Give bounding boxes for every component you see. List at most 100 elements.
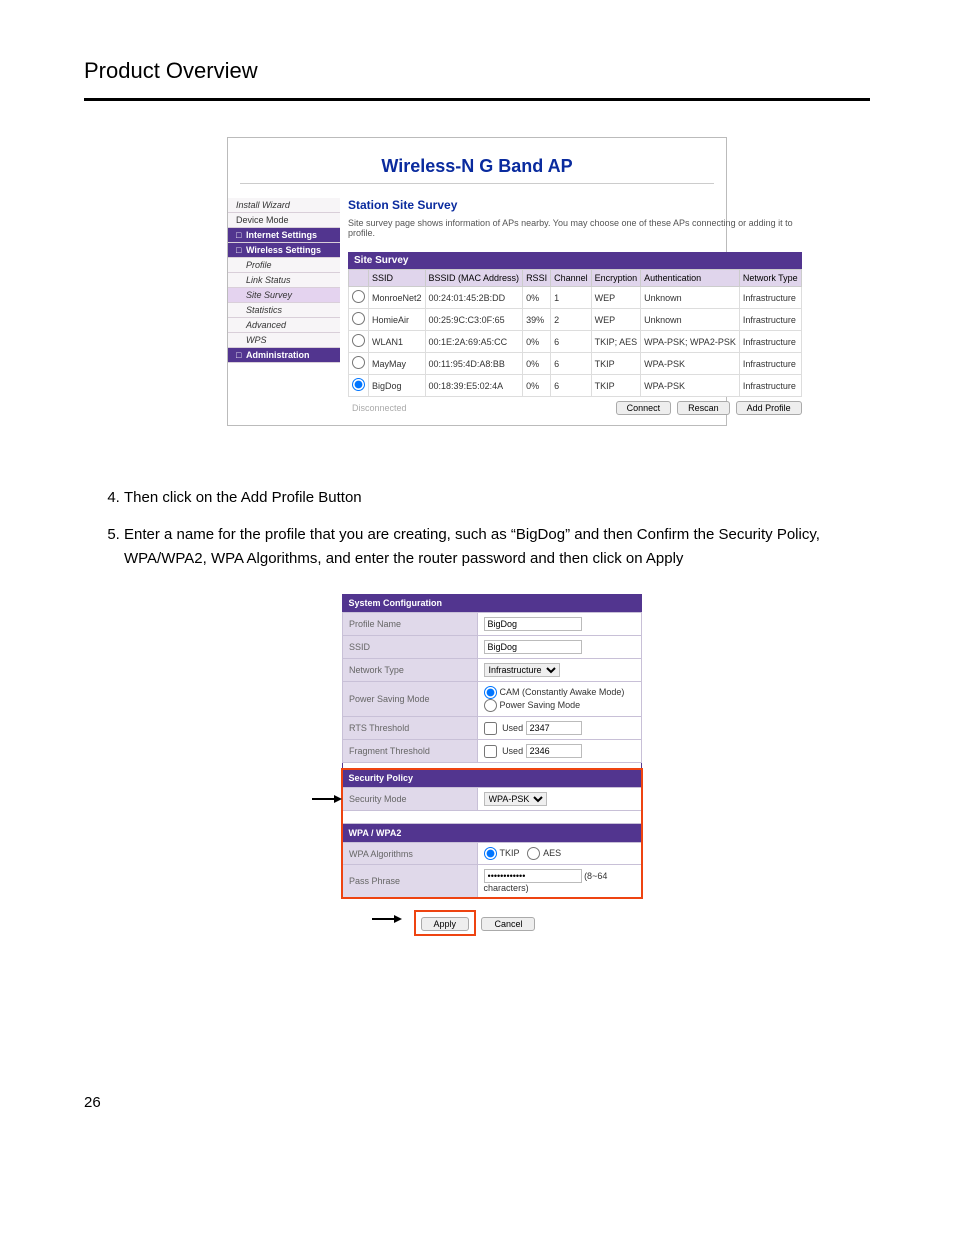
nav-item-wps[interactable]: WPS [228,333,340,348]
nav-item-label: Administration [246,350,310,360]
cam-radio[interactable] [484,686,497,699]
nav-item-label: Advanced [246,320,286,330]
table-row[interactable]: WLAN100:1E:2A:69:A5:CC0%6TKIP; AESWPA-PS… [349,331,802,353]
security-mode-label: Security Mode [343,788,478,811]
frag-used-checkbox[interactable] [484,745,497,758]
nav-item-administration[interactable]: □Administration [228,348,340,363]
nav-item-statistics[interactable]: Statistics [228,303,340,318]
psm-radio-label[interactable]: Power Saving Mode [484,700,581,710]
cell-ch: 6 [551,331,592,353]
connect-button[interactable]: Connect [616,401,672,415]
survey-column-header: Encryption [591,270,641,287]
nav-item-advanced[interactable]: Advanced [228,318,340,333]
survey-column-header: SSID [369,270,426,287]
cell-ntype: Infrastructure [739,287,801,309]
ap-select-radio[interactable] [352,312,365,325]
cell-ssid: HomieAir [369,309,426,331]
psm-radio[interactable] [484,699,497,712]
nav-item-label: Link Status [246,275,291,285]
rts-threshold-input[interactable] [526,721,582,735]
nav-item-device-mode[interactable]: Device Mode [228,213,340,228]
nav-item-wireless-settings[interactable]: □Wireless Settings [228,243,340,258]
page-title: Product Overview [84,58,870,84]
aes-radio-label[interactable]: AES [527,848,561,858]
cam-radio-label[interactable]: CAM (Constantly Awake Mode) [484,687,625,697]
ssid-input[interactable] [484,640,582,654]
cell-rssi: 0% [523,375,551,397]
apply-button[interactable]: Apply [421,917,470,931]
tree-expand-icon: □ [236,245,244,255]
cell-auth: WPA-PSK; WPA2-PSK [641,331,740,353]
cell-ntype: Infrastructure [739,309,801,331]
rts-used-checkbox[interactable] [484,722,497,735]
cell-ntype: Infrastructure [739,375,801,397]
network-type-select[interactable]: Infrastructure [484,663,560,677]
ssid-label: SSID [343,635,478,658]
profile-name-input[interactable] [484,617,582,631]
table-row[interactable]: MonroeNet200:24:01:45:2B:DD0%1WEPUnknown… [349,287,802,309]
nav-item-profile[interactable]: Profile [228,258,340,273]
site-survey-table: SSIDBSSID (MAC Address)RSSIChannelEncryp… [348,269,802,397]
survey-column-header: RSSI [523,270,551,287]
rts-threshold-label: RTS Threshold [343,716,478,739]
cell-enc: WEP [591,287,641,309]
ap-select-radio[interactable] [352,334,365,347]
power-saving-mode-label: Power Saving Mode [343,681,478,716]
cell-rssi: 0% [523,353,551,375]
survey-column-header [349,270,369,287]
cell-ch: 6 [551,353,592,375]
pass-phrase-label: Pass Phrase [343,865,478,898]
cell-ssid: BigDog [369,375,426,397]
nav-item-label: Install Wizard [236,200,290,210]
network-type-label: Network Type [343,658,478,681]
tkip-radio[interactable] [484,847,497,860]
arrow-indicator-icon [312,792,342,806]
cell-ntype: Infrastructure [739,331,801,353]
system-configuration-header: System Configuration [343,594,642,613]
cell-bssid: 00:1E:2A:69:A5:CC [425,331,523,353]
nav-item-internet-settings[interactable]: □Internet Settings [228,228,340,243]
table-row[interactable]: HomieAir00:25:9C:C3:0F:6539%2WEPUnknownI… [349,309,802,331]
cell-bssid: 00:18:39:E5:02:4A [425,375,523,397]
ap-select-radio[interactable] [352,290,365,303]
cell-enc: TKIP [591,353,641,375]
tkip-radio-label[interactable]: TKIP [484,848,520,858]
station-site-survey-desc: Site survey page shows information of AP… [348,218,802,238]
cell-enc: TKIP [591,375,641,397]
add-profile-button[interactable]: Add Profile [736,401,802,415]
table-row[interactable]: MayMay00:11:95:4D:A8:BB0%6TKIPWPA-PSKInf… [349,353,802,375]
nav-item-install-wizard[interactable]: Install Wizard [228,198,340,213]
nav-item-label: Site Survey [246,290,292,300]
station-site-survey-heading: Station Site Survey [348,198,802,212]
connection-status: Disconnected [348,403,610,413]
ap-select-radio[interactable] [352,378,365,391]
survey-column-header: Channel [551,270,592,287]
instruction-step-4: Then click on the Add Profile Button [124,486,870,509]
page-number: 26 [84,1094,870,1111]
title-divider [84,98,870,101]
ap-select-radio[interactable] [352,356,365,369]
fragment-threshold-input[interactable] [526,744,582,758]
fragment-threshold-label: Fragment Threshold [343,739,478,762]
nav-item-link-status[interactable]: Link Status [228,273,340,288]
aes-radio[interactable] [527,847,540,860]
cell-ssid: MonroeNet2 [369,287,426,309]
profile-name-label: Profile Name [343,612,478,635]
cancel-button[interactable]: Cancel [481,917,535,931]
nav-item-label: Device Mode [236,215,289,225]
arrow-indicator-icon [372,912,402,926]
nav-item-site-survey[interactable]: Site Survey [228,288,340,303]
cell-rssi: 0% [523,331,551,353]
cell-enc: TKIP; AES [591,331,641,353]
wpa-algorithms-label: WPA Algorithms [343,843,478,865]
survey-column-header: Authentication [641,270,740,287]
rescan-button[interactable]: Rescan [677,401,730,415]
system-config-screenshot: System Configuration Profile Name SSID N… [342,594,642,898]
cell-ch: 6 [551,375,592,397]
router-banner-title: Wireless-N G Band AP [381,156,572,176]
pass-phrase-input[interactable] [484,869,582,883]
table-row[interactable]: BigDog00:18:39:E5:02:4A0%6TKIPWPA-PSKInf… [349,375,802,397]
security-mode-select[interactable]: WPA-PSK [484,792,547,806]
cell-auth: WPA-PSK [641,353,740,375]
nav-item-label: Statistics [246,305,282,315]
